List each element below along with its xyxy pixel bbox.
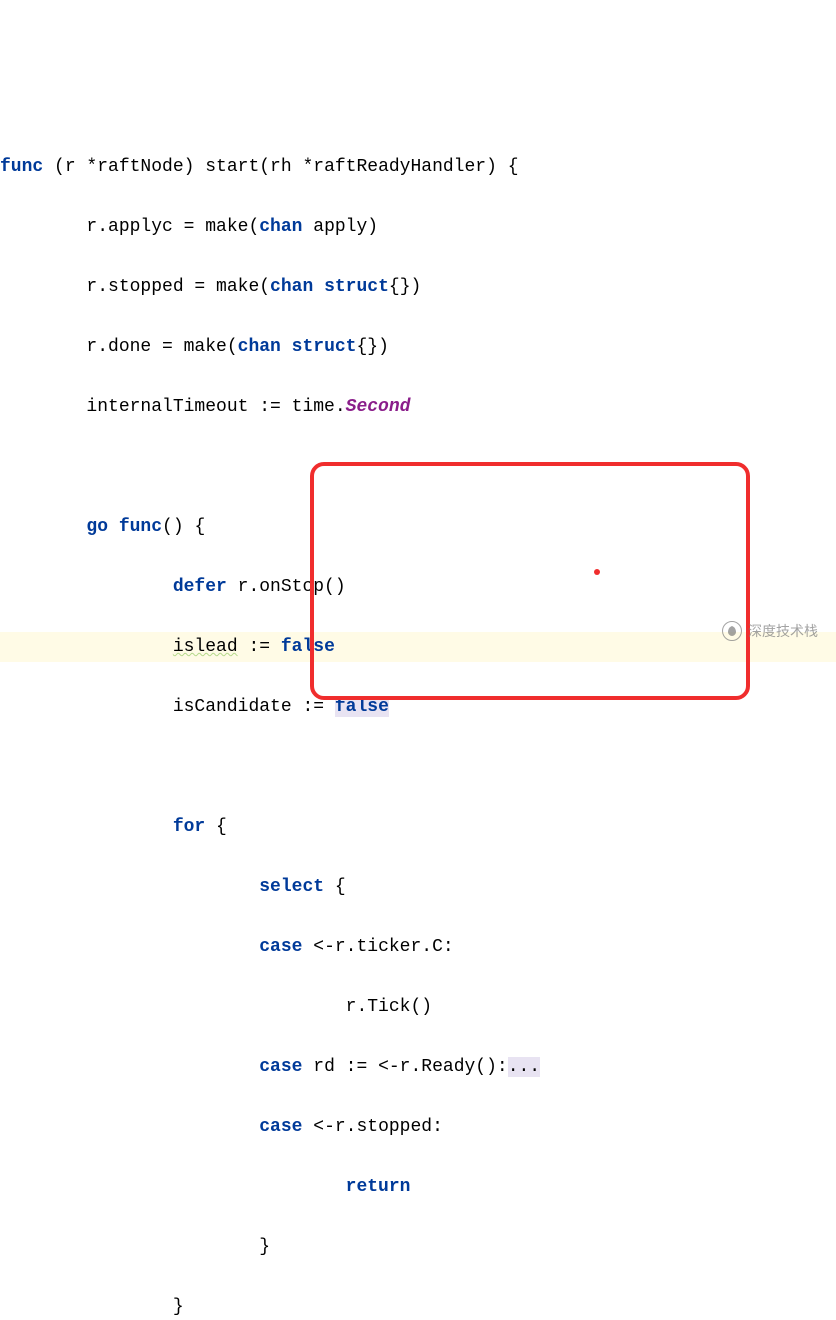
code-text: [0, 877, 259, 897]
keyword-false: false: [281, 637, 335, 657]
code-text: rd := <-r.Ready():: [302, 1057, 507, 1077]
code-line: }: [0, 1232, 836, 1262]
keyword-struct: struct: [281, 337, 357, 357]
code-editor[interactable]: func (r *raftNode) start(rh *raftReadyHa…: [0, 122, 836, 1320]
code-text: }: [0, 1237, 270, 1257]
code-line: r.done = make(chan struct{}): [0, 332, 836, 362]
identifier-second: Second: [346, 397, 411, 417]
keyword-for: for: [173, 817, 205, 837]
code-line: [0, 452, 836, 482]
code-line: internalTimeout := time.Second: [0, 392, 836, 422]
code-text: <-r.stopped:: [302, 1117, 442, 1137]
keyword-case: case: [259, 1057, 302, 1077]
code-line: r.Tick(): [0, 992, 836, 1022]
code-line: r.stopped = make(chan struct{}): [0, 272, 836, 302]
code-line: r.applyc = make(chan apply): [0, 212, 836, 242]
warning-squiggle: islead: [173, 637, 238, 657]
code-line-highlighted: islead := false: [0, 632, 836, 662]
keyword-false: false: [335, 697, 389, 717]
code-text: }: [0, 1297, 184, 1317]
code-text: {: [324, 877, 346, 897]
code-text: {}): [389, 277, 421, 297]
code-line: go func() {: [0, 512, 836, 542]
code-text: {: [205, 817, 227, 837]
code-text: [0, 1177, 346, 1197]
code-line: case rd := <-r.Ready():...: [0, 1052, 836, 1082]
code-text: r.stopped = make(: [0, 277, 270, 297]
code-text: [0, 937, 259, 957]
wechat-icon: [722, 621, 742, 641]
keyword-select: select: [259, 877, 324, 897]
annotation-dot: [594, 569, 600, 575]
code-text: isCandidate :=: [0, 697, 335, 717]
keyword-struct: struct: [313, 277, 389, 297]
code-text: (r *raftNode) start(rh *raftReadyHandler…: [43, 157, 518, 177]
code-line: return: [0, 1172, 836, 1202]
keyword-func: func: [0, 157, 43, 177]
keyword-chan: chan: [259, 217, 302, 237]
keyword-return: return: [346, 1177, 411, 1197]
code-line: for {: [0, 812, 836, 842]
keyword-defer: defer: [173, 577, 227, 597]
code-line: isCandidate := false: [0, 692, 836, 722]
code-line: case <-r.stopped:: [0, 1112, 836, 1142]
code-text: {}): [356, 337, 388, 357]
watermark: 深度技术栈: [722, 616, 818, 646]
code-text: r.done = make(: [0, 337, 238, 357]
code-line: case <-r.ticker.C:: [0, 932, 836, 962]
code-line: [0, 752, 836, 782]
keyword-case: case: [259, 1117, 302, 1137]
code-text: r.applyc = make(: [0, 217, 259, 237]
code-text: internalTimeout := time.: [0, 397, 346, 417]
code-text: [0, 817, 173, 837]
code-line: func (r *raftNode) start(rh *raftReadyHa…: [0, 152, 836, 182]
code-text: [0, 517, 86, 537]
watermark-text: 深度技术栈: [748, 616, 818, 646]
code-line: }: [0, 1292, 836, 1320]
keyword-func: func: [108, 517, 162, 537]
code-text: <-r.ticker.C:: [302, 937, 453, 957]
code-fold-indicator[interactable]: ...: [508, 1057, 540, 1077]
code-line: defer r.onStop(): [0, 572, 836, 602]
code-text: r.Tick(): [0, 997, 432, 1017]
keyword-chan: chan: [270, 277, 313, 297]
code-text: :=: [238, 637, 281, 657]
code-line: select {: [0, 872, 836, 902]
keyword-go: go: [86, 517, 108, 537]
code-text: [0, 1057, 259, 1077]
code-text: () {: [162, 517, 205, 537]
keyword-chan: chan: [238, 337, 281, 357]
code-text: r.onStop(): [227, 577, 346, 597]
code-text: [0, 1117, 259, 1137]
code-text: [0, 637, 173, 657]
keyword-case: case: [259, 937, 302, 957]
code-text: [0, 577, 173, 597]
code-text: apply): [302, 217, 378, 237]
